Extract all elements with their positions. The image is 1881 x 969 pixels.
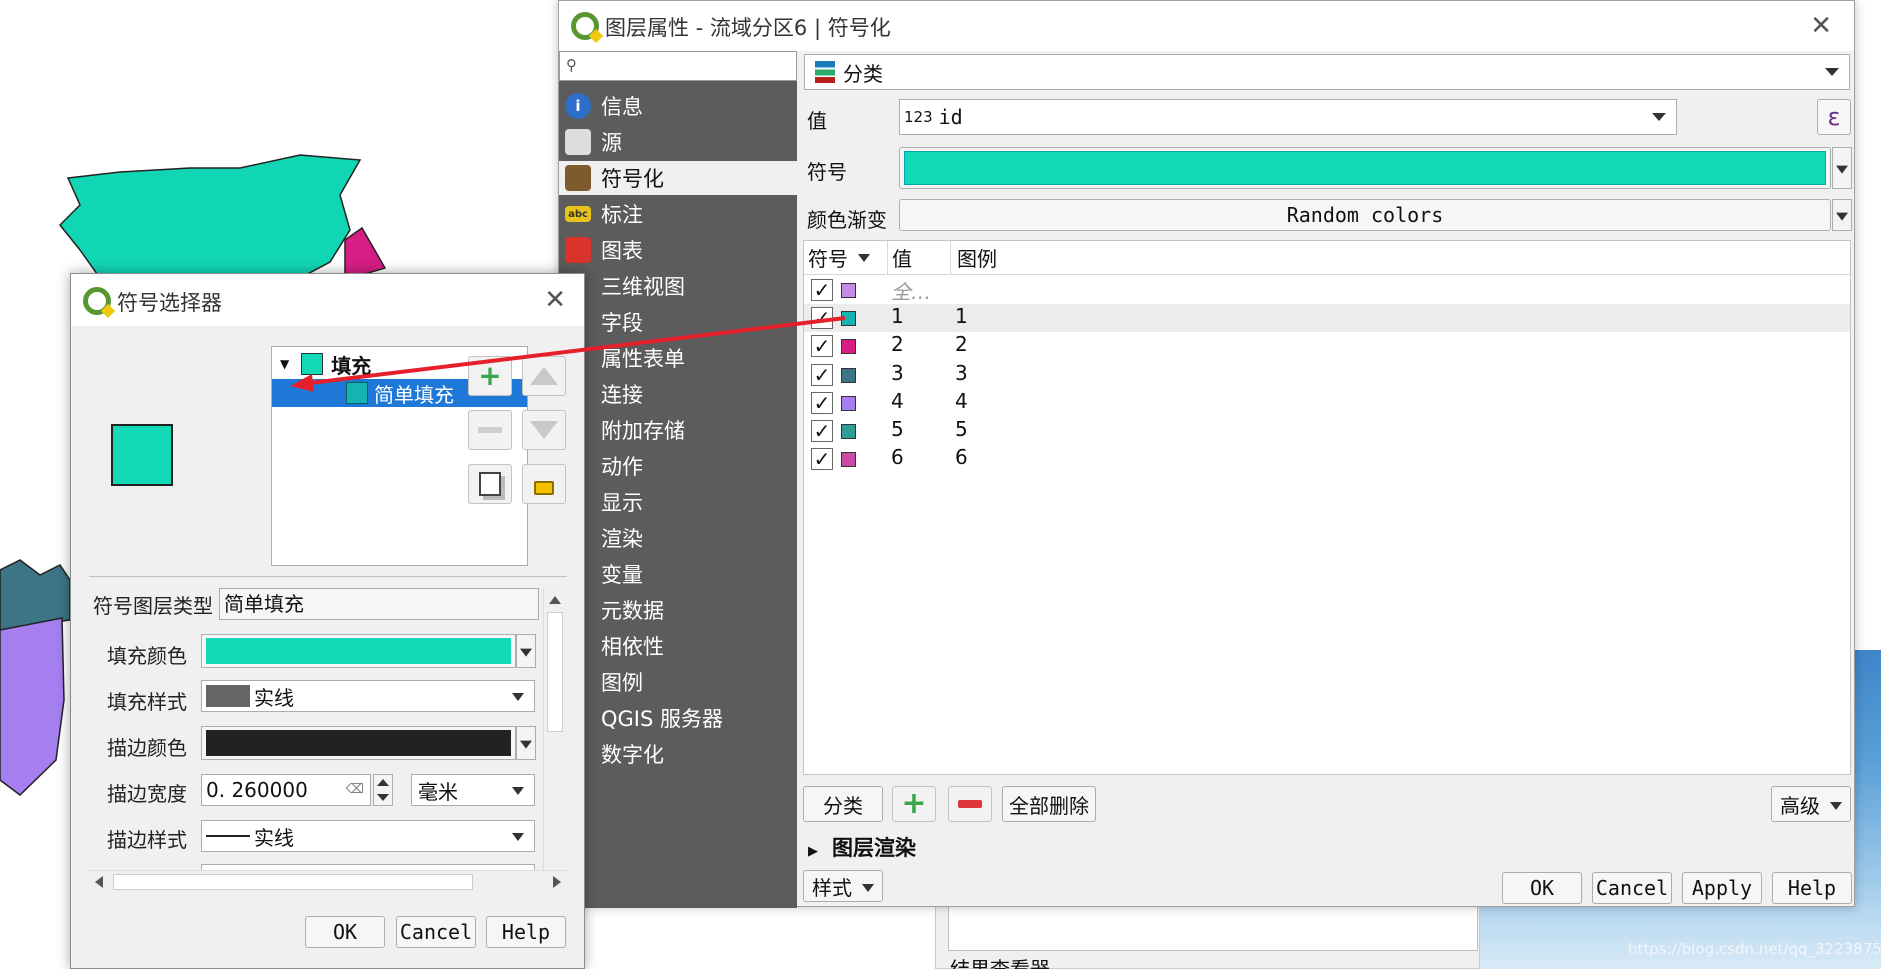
watermark: https://blog.csdn.net/qq_32238753 [1628, 940, 1881, 958]
annotation-arrowhead [290, 374, 314, 392]
annotation-arrow [290, 316, 846, 392]
annotation-arrow-line [301, 316, 846, 386]
